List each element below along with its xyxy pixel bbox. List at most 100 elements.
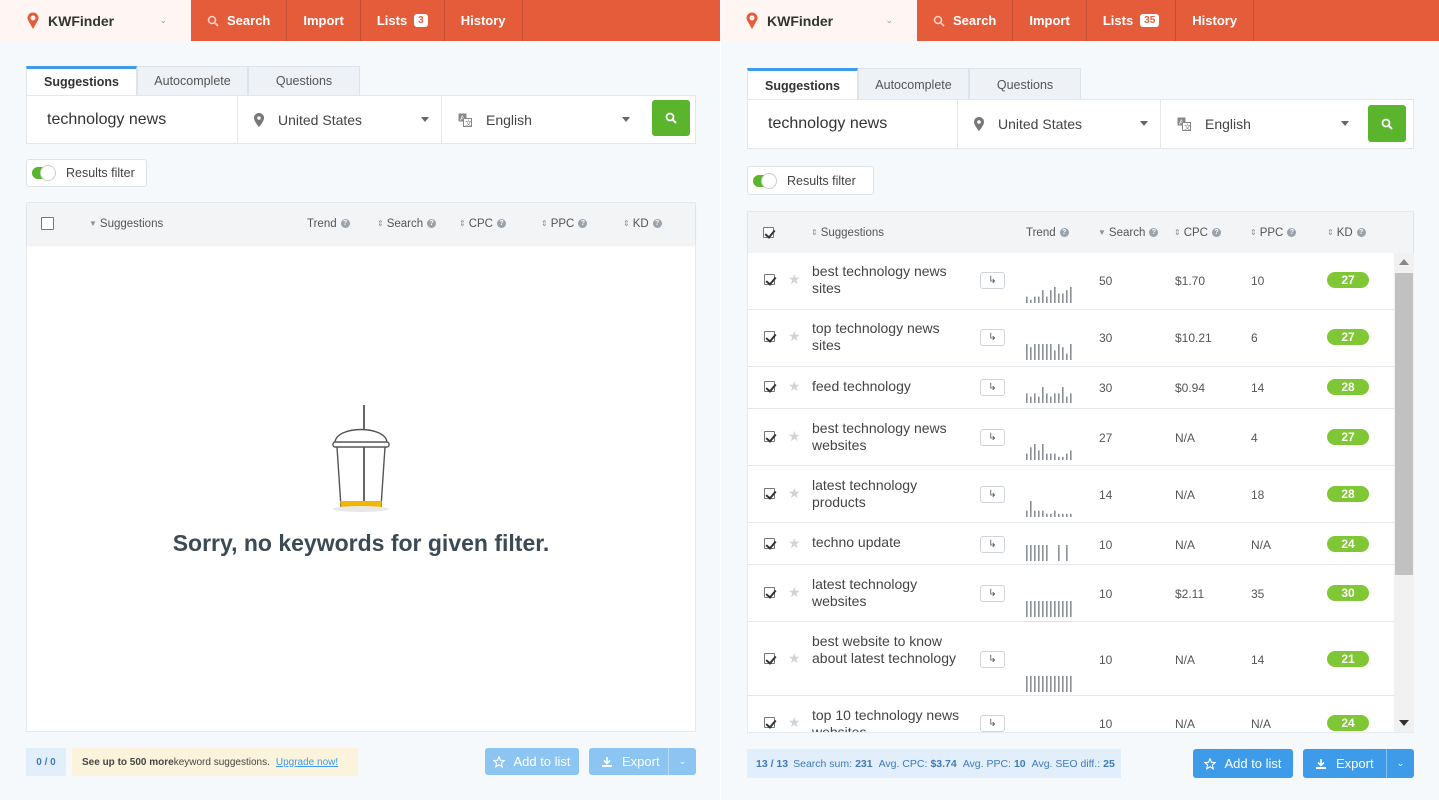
scroll-down-arrow[interactable]	[1399, 720, 1409, 726]
star-icon[interactable]: ★	[788, 584, 801, 601]
col-kd[interactable]: ⇕ KD?	[1327, 212, 1366, 253]
help-icon[interactable]: ?	[1149, 228, 1159, 237]
help-icon[interactable]: ?	[1287, 228, 1297, 237]
nav-import[interactable]: Import	[1013, 0, 1087, 41]
results-filter-toggle[interactable]: Results filter	[26, 159, 147, 187]
help-icon[interactable]: ?	[340, 219, 350, 228]
table-scrollbar[interactable]	[1394, 253, 1414, 732]
nav-history[interactable]: History	[1176, 0, 1255, 41]
add-to-list-button[interactable]: Add to list	[485, 748, 579, 775]
col-search[interactable]: ▼ Search?	[1098, 212, 1159, 253]
goto-keyword-button[interactable]: ↳	[980, 272, 1005, 289]
scroll-up-arrow[interactable]	[1399, 259, 1409, 265]
nav-lists[interactable]: Lists 35	[1087, 0, 1177, 41]
keyword-text[interactable]: top 10 technology news websites	[812, 707, 962, 732]
col-trend[interactable]: Trend?	[307, 203, 350, 244]
table-row[interactable]: ★ best website to know about latest tech…	[748, 622, 1394, 696]
tab-autocomplete[interactable]: Autocomplete	[137, 66, 248, 95]
keyword-text[interactable]: best technology news websites	[812, 420, 962, 454]
keyword-input[interactable]: technology news	[27, 96, 238, 143]
language-select[interactable]: A文 English	[1161, 100, 1361, 148]
location-select[interactable]: United States	[958, 100, 1161, 148]
export-button[interactable]: Export ⌄	[589, 748, 696, 775]
col-ppc[interactable]: ⇕ PPC?	[1250, 212, 1297, 253]
goto-keyword-button[interactable]: ↳	[980, 715, 1005, 732]
keyword-input[interactable]: technology news	[748, 100, 958, 148]
goto-keyword-button[interactable]: ↳	[980, 536, 1005, 553]
nav-search[interactable]: Search	[191, 0, 288, 41]
select-all-checkbox[interactable]	[41, 203, 54, 244]
toggle-switch[interactable]	[32, 165, 56, 181]
keyword-text[interactable]: latest technology websites	[812, 576, 962, 610]
nav-history[interactable]: History	[445, 0, 523, 41]
row-checkbox[interactable]	[764, 381, 775, 392]
brand-switcher[interactable]: KWFinder ⌄	[0, 0, 191, 41]
export-button[interactable]: Export ⌄	[1303, 749, 1414, 778]
keyword-text[interactable]: latest technology products	[812, 477, 962, 511]
table-row[interactable]: ★ techno update ↳ 10 N/A N/A 24	[748, 523, 1394, 565]
col-trend[interactable]: Trend?	[1026, 212, 1069, 253]
upgrade-link[interactable]: Upgrade now!	[276, 757, 338, 768]
col-search[interactable]: ⇕ Search?	[377, 203, 437, 244]
export-dropdown-toggle[interactable]: ⌄	[1386, 749, 1414, 778]
tab-questions[interactable]: Questions	[248, 66, 360, 95]
table-row[interactable]: ★ latest technology products ↳ 14 N/A 18…	[748, 466, 1394, 523]
table-row[interactable]: ★ top 10 technology news websites ↳ 10 N…	[748, 696, 1394, 732]
keyword-text[interactable]: feed technology	[812, 378, 962, 395]
tab-suggestions[interactable]: Suggestions	[747, 68, 858, 100]
language-select[interactable]: A文 English	[442, 96, 642, 143]
nav-search[interactable]: Search	[917, 0, 1014, 41]
keyword-text[interactable]: best website to know about latest techno…	[812, 633, 962, 667]
brand-switcher[interactable]: KWFinder ⌄	[721, 0, 917, 41]
table-row[interactable]: ★ feed technology ↳ 30 $0.94 14 28	[748, 367, 1394, 409]
table-row[interactable]: ★ latest technology websites ↳ 10 $2.11 …	[748, 565, 1394, 622]
row-checkbox[interactable]	[764, 717, 775, 728]
col-kd[interactable]: ⇕ KD?	[623, 203, 662, 244]
scroll-thumb[interactable]	[1395, 273, 1413, 575]
help-icon[interactable]: ?	[427, 219, 437, 228]
row-checkbox[interactable]	[764, 431, 775, 442]
goto-keyword-button[interactable]: ↳	[980, 329, 1005, 346]
location-select[interactable]: United States	[238, 96, 442, 143]
row-checkbox[interactable]	[764, 488, 775, 499]
table-row[interactable]: ★ top technology news sites ↳ 30 $10.21 …	[748, 310, 1394, 367]
tab-questions[interactable]: Questions	[969, 68, 1081, 100]
star-icon[interactable]: ★	[788, 535, 801, 552]
keyword-text[interactable]: best technology news sites	[812, 263, 962, 297]
help-icon[interactable]: ?	[496, 219, 506, 228]
col-suggestions[interactable]: ⇕ Suggestions	[811, 212, 884, 253]
goto-keyword-button[interactable]: ↳	[980, 379, 1005, 396]
table-row[interactable]: ★ best technology news sites ↳ 50 $1.70 …	[748, 253, 1394, 310]
row-checkbox[interactable]	[764, 274, 775, 285]
star-icon[interactable]: ★	[788, 428, 801, 445]
col-cpc[interactable]: ⇕ CPC?	[459, 203, 506, 244]
results-filter-toggle[interactable]: Results filter	[747, 166, 874, 195]
table-row[interactable]: ★ best technology news websites ↳ 27 N/A…	[748, 409, 1394, 466]
star-icon[interactable]: ★	[788, 328, 801, 345]
search-submit-button[interactable]	[1368, 105, 1406, 142]
help-icon[interactable]: ?	[1059, 228, 1069, 237]
star-icon[interactable]: ★	[788, 485, 801, 502]
col-suggestions[interactable]: ▼ Suggestions	[89, 203, 163, 244]
add-to-list-button[interactable]: Add to list	[1193, 749, 1293, 778]
toggle-switch[interactable]	[753, 172, 777, 189]
export-dropdown-toggle[interactable]: ⌄	[668, 748, 696, 775]
star-icon[interactable]: ★	[788, 714, 801, 731]
keyword-text[interactable]: techno update	[812, 534, 962, 551]
nav-lists[interactable]: Lists 3	[361, 0, 445, 41]
goto-keyword-button[interactable]: ↳	[980, 651, 1005, 668]
star-icon[interactable]: ★	[788, 271, 801, 288]
help-icon[interactable]: ?	[1356, 228, 1366, 237]
row-checkbox[interactable]	[764, 331, 775, 342]
help-icon[interactable]: ?	[652, 219, 662, 228]
select-all-checkbox[interactable]	[763, 212, 774, 253]
row-checkbox[interactable]	[764, 653, 775, 664]
goto-keyword-button[interactable]: ↳	[980, 429, 1005, 446]
row-checkbox[interactable]	[764, 587, 775, 598]
checkbox[interactable]	[763, 227, 774, 238]
keyword-text[interactable]: top technology news sites	[812, 320, 962, 354]
help-icon[interactable]: ?	[1211, 228, 1221, 237]
star-icon[interactable]: ★	[788, 378, 801, 395]
row-checkbox[interactable]	[764, 538, 775, 549]
nav-import[interactable]: Import	[287, 0, 361, 41]
